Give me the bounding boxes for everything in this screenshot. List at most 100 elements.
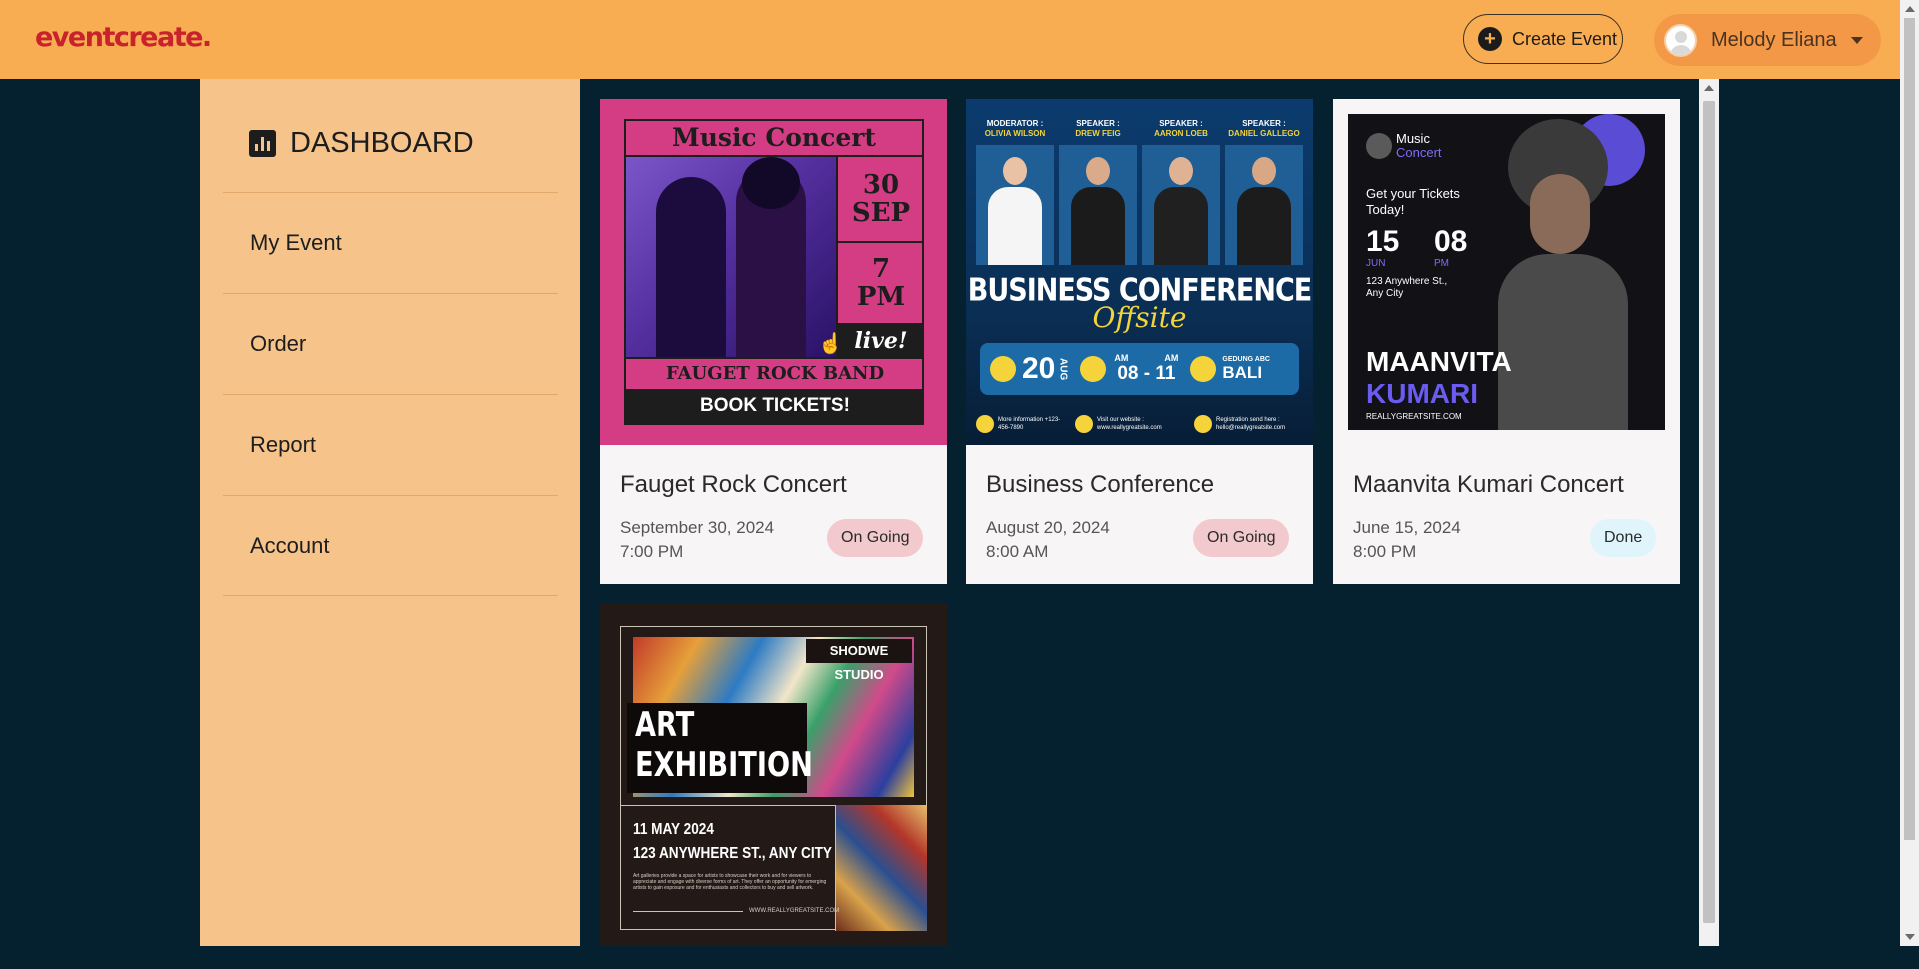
poster-name: DANIEL GALLEGO (1228, 129, 1300, 138)
event-datetime: August 20, 2024 8:00 AM (986, 516, 1110, 564)
user-menu-button[interactable]: Melody Eliana (1654, 14, 1881, 66)
poster-site: WWW.REALLYGREATSITE.COM (749, 908, 840, 914)
poster-live: live! (838, 325, 924, 357)
art-detail (835, 805, 927, 931)
poster-month: SEP (851, 198, 911, 228)
plus-icon: + (1478, 27, 1502, 51)
poster-heading-1: ART (635, 705, 695, 745)
poster-brand-2: Concert (1396, 145, 1442, 160)
music-note-icon (1366, 133, 1392, 159)
poster-time-range: 08 - 11 (1117, 363, 1176, 384)
poster-register: Registration send here : hello@reallygre… (1216, 417, 1286, 431)
content-scrollbar[interactable] (1699, 79, 1719, 946)
poster-script: Offsite (1092, 301, 1187, 334)
user-name: Melody Eliana (1711, 28, 1837, 51)
event-card[interactable]: MODERATOR : OLIVIA WILSON SPEAKER : DREW F… (966, 99, 1313, 584)
poster-tagline: Get your Tickets Today! (1366, 186, 1460, 217)
poster-studio: SHODWE STUDIO (806, 639, 912, 682)
scroll-up-arrow-icon[interactable] (1704, 85, 1714, 91)
sidebar-item-report[interactable]: Report (223, 394, 558, 495)
poster-brand-1: Music (1396, 131, 1430, 146)
poster-body: Art galleries provide a space for artist… (633, 873, 827, 891)
event-poster[interactable]: MODERATOR : OLIVIA WILSON SPEAKER : DREW F… (966, 99, 1313, 445)
event-date: September 30, 2024 (620, 518, 775, 537)
event-card[interactable]: Music Concert 30 SEP 7 PM live! FAUGET R… (600, 99, 947, 584)
avatar (1664, 23, 1697, 57)
poster-venue-small: GEDUNG ABC (1222, 355, 1270, 363)
camera-icon (1190, 356, 1217, 382)
poster-day: 30 (862, 170, 900, 200)
status-badge: On Going (827, 519, 924, 557)
event-date: June 15, 2024 (1353, 518, 1461, 537)
poster-day: 20 (1022, 352, 1056, 385)
poster-role: SPEAKER : (1242, 119, 1286, 128)
caret-down-icon (1850, 36, 1863, 44)
poster-hour: 7 (871, 254, 891, 284)
globe-icon (1075, 415, 1093, 433)
event-time: 8:00 PM (1353, 542, 1417, 561)
poster-name-1: MAANVITA (1366, 346, 1512, 377)
poster-am-end: AM (1164, 353, 1179, 363)
poster-ampm: PM (1434, 258, 1449, 269)
poster-cta: BOOK TICKETS! (626, 389, 924, 423)
poster-ampm: PM (856, 282, 906, 312)
event-time: 8:00 AM (986, 542, 1049, 561)
event-poster[interactable]: Music Concert Get your Tickets Today! 15… (1333, 99, 1680, 445)
status-badge: On Going (1193, 519, 1290, 557)
bottom-strip (0, 946, 1919, 969)
poster-website: Visit our website : www.reallygreatsite.… (1097, 417, 1162, 431)
poster-address: 123 Anywhere St., Any City (1366, 276, 1448, 299)
scroll-up-arrow-icon[interactable] (1905, 6, 1915, 12)
poster-name: DREW FEIG (1075, 129, 1121, 138)
event-datetime: June 15, 2024 8:00 PM (1353, 516, 1461, 564)
poster-role: SPEAKER : (1076, 119, 1120, 128)
scroll-down-arrow-icon[interactable] (1905, 934, 1915, 940)
top-navbar: eventcreate. + Create Event Melody Elian… (0, 0, 1900, 79)
poster-name-2: KUMARI (1366, 378, 1478, 409)
event-time: 7:00 PM (620, 542, 684, 561)
app-logo[interactable]: eventcreate. (35, 22, 212, 53)
create-event-label: Create Event (1512, 28, 1618, 49)
poster-day: 15 (1366, 225, 1400, 258)
dashboard-heading[interactable]: DASHBOARD (249, 127, 474, 160)
calendar-icon (990, 356, 1016, 382)
event-datetime: September 30, 2024 7:00 PM (620, 516, 774, 564)
event-poster[interactable]: Music Concert 30 SEP 7 PM live! FAUGET R… (600, 99, 947, 445)
event-poster[interactable]: SHODWE STUDIO ART EXHIBITION 11 MAY 2024… (600, 604, 947, 946)
poster-venue: BALI (1222, 362, 1263, 382)
event-title: Maanvita Kumari Concert (1353, 471, 1624, 498)
event-title: Fauget Rock Concert (620, 471, 847, 498)
event-title: Business Conference (986, 471, 1215, 498)
poster-month: JUN (1366, 258, 1386, 269)
page-scrollbar[interactable] (1900, 0, 1919, 946)
sidebar-item-order[interactable]: Order (223, 293, 558, 394)
event-date: August 20, 2024 (986, 518, 1110, 537)
scrollbar-thumb[interactable] (1703, 101, 1715, 923)
poster-site: REALLYGREATSITE.COM (1366, 412, 1462, 421)
poster-month: AUG (1057, 357, 1069, 381)
phone-icon (976, 415, 994, 433)
poster-am-start: AM (1114, 353, 1129, 363)
speaker-photos (976, 145, 1303, 265)
poster-name: AARON LOEB (1154, 129, 1208, 138)
status-badge: Done (1590, 519, 1657, 557)
event-card[interactable]: SHODWE STUDIO ART EXHIBITION 11 MAY 2024… (600, 604, 947, 946)
poster-name: OLIVIA WILSON (984, 129, 1046, 138)
poster-heading: Music Concert (626, 121, 922, 157)
sidebar-item-account[interactable]: Account (223, 495, 558, 596)
dashboard-title: DASHBOARD (290, 127, 474, 159)
sidebar-item-my-event[interactable]: My Event (223, 192, 558, 293)
create-event-button[interactable]: + Create Event (1463, 14, 1623, 64)
event-card[interactable]: Music Concert Get your Tickets Today! 15… (1333, 99, 1680, 584)
clock-icon (1080, 356, 1107, 382)
poster-band: FAUGET ROCK BAND (626, 357, 924, 389)
poster-date: 11 MAY 2024 (633, 821, 714, 838)
poster-hour: 08 (1434, 225, 1468, 258)
bar-chart-icon (249, 130, 276, 157)
hand-cursor-icon: ☝ (818, 333, 843, 355)
sidebar: DASHBOARD My Event Order Report Account (200, 79, 580, 946)
poster-address: 123 ANYWHERE ST., ANY CITY (633, 845, 833, 862)
page-scrollbar-thumb[interactable] (1904, 18, 1915, 840)
poster-heading-2: EXHIBITION (635, 745, 813, 785)
mail-icon (1194, 415, 1212, 433)
